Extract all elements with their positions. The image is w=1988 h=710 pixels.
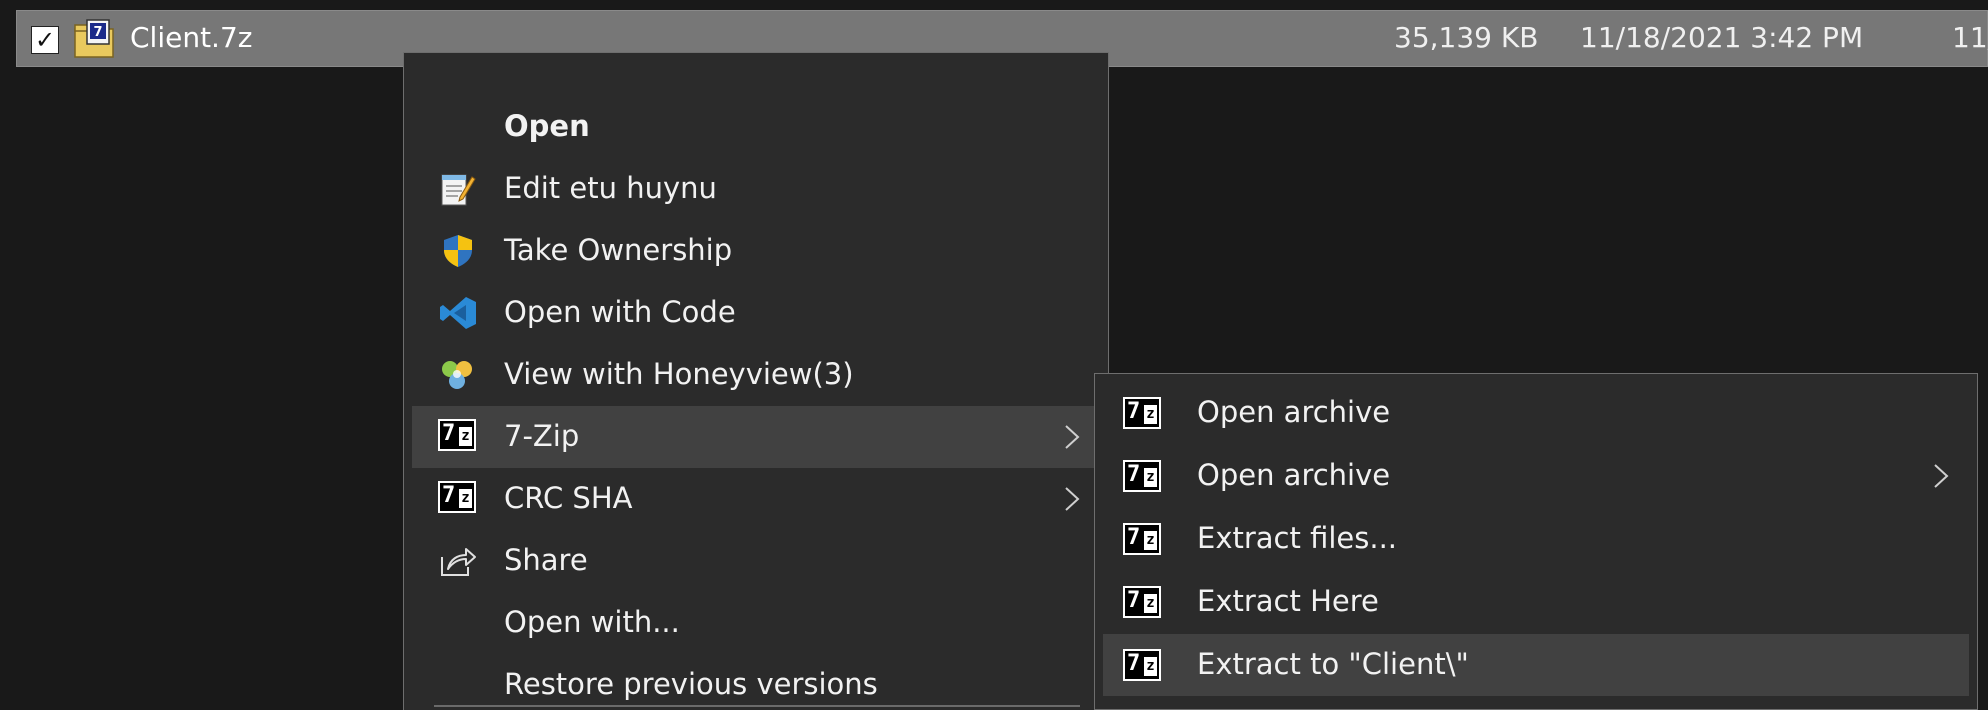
menu-item-share[interactable]: Share (412, 530, 1102, 592)
file-size: 35,139 KB (1394, 21, 1539, 54)
submenu-item-label: Extract to "Client\" (1197, 647, 1469, 681)
7zip-icon: 7z (1123, 460, 1163, 494)
submenu-item-open-archive[interactable]: 7z Open archive (1103, 382, 1969, 444)
7zip-icon: 7z (1123, 586, 1163, 620)
menu-item-label: Edit etu huynu (504, 171, 717, 205)
7zip-submenu: 7z Open archive 7z Open archive 7z Extra… (1094, 373, 1978, 710)
menu-item-restore-previous-versions[interactable]: Restore previous versions (412, 654, 1102, 704)
archive-7z-icon: 7 (74, 19, 114, 58)
file-date-modified: 11/18/2021 3:42 PM (1580, 21, 1864, 54)
notepad-edit-icon (441, 174, 476, 206)
vscode-icon (440, 297, 476, 329)
chevron-right-icon (1934, 464, 1949, 488)
chevron-right-icon (1065, 425, 1080, 449)
menu-item-label: View with Honeyview(3) (504, 357, 854, 391)
submenu-item-label: Extract files... (1197, 521, 1398, 555)
menu-item-label: Open with... (504, 605, 680, 639)
menu-item-take-ownership[interactable]: Take Ownership (412, 220, 1102, 282)
menu-item-open-with[interactable]: Open with... (412, 592, 1102, 654)
7zip-icon: 7z (438, 481, 478, 517)
menu-item-open[interactable]: Open (412, 96, 1102, 158)
menu-item-edit[interactable]: Edit etu huynu (412, 158, 1102, 220)
menu-item-label: CRC SHA (504, 481, 633, 515)
submenu-item-open-archive-sub[interactable]: 7z Open archive (1103, 445, 1969, 507)
menu-item-label: Open with Code (504, 295, 736, 329)
svg-text:7: 7 (93, 25, 102, 40)
menu-separator (434, 705, 1080, 707)
submenu-item-extract-files[interactable]: 7z Extract files... (1103, 508, 1969, 570)
submenu-item-label: Open archive (1197, 395, 1391, 429)
menu-item-7zip[interactable]: 7z 7-Zip (412, 406, 1102, 468)
submenu-item-label: Open archive (1197, 458, 1391, 492)
menu-item-label: 7-Zip (504, 419, 580, 453)
menu-item-honeyview[interactable]: View with Honeyview(3) (412, 344, 1102, 406)
context-menu: Open Edit etu huynu Take Ownership Open … (403, 52, 1109, 710)
menu-item-crc-sha[interactable]: 7z CRC SHA (412, 468, 1102, 530)
submenu-item-extract-here[interactable]: 7z Extract Here (1103, 571, 1969, 633)
explorer-window: ✓ 7 Client.7z 35,139 KB 11/18/2021 3:42 … (0, 0, 1988, 710)
submenu-item-label: Extract Here (1197, 584, 1379, 618)
file-name[interactable]: Client.7z (130, 21, 252, 54)
menu-item-label: Share (504, 543, 588, 577)
file-date-secondary: 11/1 (1952, 21, 1988, 54)
7zip-icon: 7z (438, 419, 478, 455)
menu-item-label: Take Ownership (504, 233, 733, 267)
menu-item-open-with-code[interactable]: Open with Code (412, 282, 1102, 344)
file-checkbox[interactable]: ✓ (31, 26, 59, 54)
honeyview-icon (442, 361, 472, 389)
menu-item-label: Restore previous versions (504, 667, 878, 701)
7zip-icon: 7z (1123, 397, 1163, 431)
submenu-item-extract-to-folder[interactable]: 7z Extract to "Client\" (1103, 634, 1969, 696)
uac-shield-icon (444, 235, 472, 267)
chevron-right-icon (1065, 487, 1080, 511)
menu-item-label: Open (504, 109, 590, 143)
7zip-icon: 7z (1123, 523, 1163, 557)
7zip-icon: 7z (1123, 649, 1163, 683)
share-icon (441, 548, 476, 576)
